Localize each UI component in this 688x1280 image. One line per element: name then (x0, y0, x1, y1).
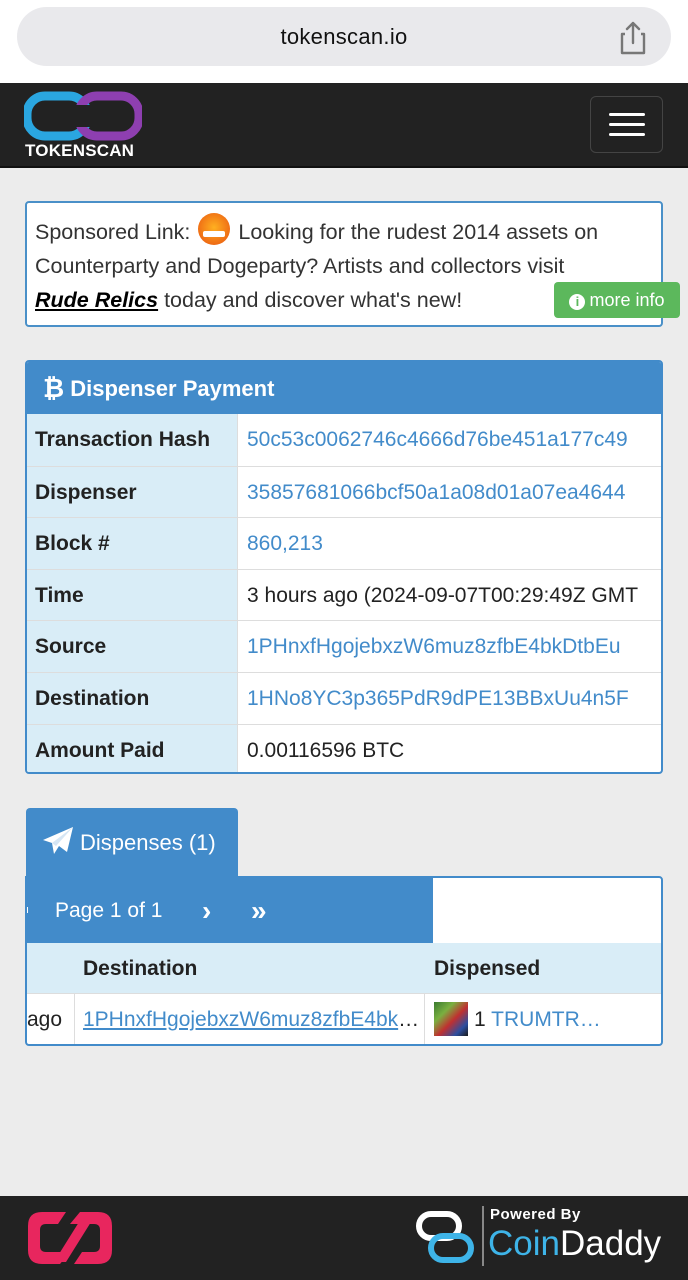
next-page-button[interactable]: › (202, 878, 211, 943)
panel-header: ₿ Dispenser Payment (27, 362, 661, 414)
table-row: Block # 860,213 (27, 517, 661, 569)
page-indicator: Page 1 of 1 (55, 899, 163, 922)
destination-cell: 1PHnxfHgojebxzW6muz8zfbE4bkDtbEu (75, 994, 425, 1044)
amount-paid-value: 0.00116596 BTC (247, 738, 405, 762)
row-key: Dispenser (27, 466, 238, 518)
hamburger-line (609, 123, 645, 126)
footer-divider (482, 1206, 484, 1266)
row-key: Transaction Hash (27, 414, 238, 466)
time-cell: ago (27, 994, 75, 1044)
counterparty-logo-icon[interactable] (24, 1204, 134, 1272)
pager-marker (27, 907, 28, 913)
time-value: 3 hours ago (2024-09-07T00:29:49Z GMT (247, 583, 639, 607)
column-header-destination[interactable]: Destination (83, 943, 197, 994)
paper-plane-icon (43, 827, 73, 854)
brand-daddy: Daddy (559, 1224, 662, 1263)
dispenser-payment-panel: ₿ Dispenser Payment Transaction Hash 50c5… (25, 360, 663, 774)
bitcoin-icon: ₿ (43, 373, 65, 403)
brand-coin: Coin (488, 1224, 560, 1263)
payment-details: Transaction Hash 50c53c0062746c4666d76be… (27, 414, 661, 772)
address-bar[interactable]: tokenscan.io (17, 7, 671, 66)
url-text[interactable]: tokenscan.io (17, 24, 671, 50)
rude-emoji-icon (198, 213, 231, 245)
site-navbar: TOKENSCAN (0, 83, 688, 168)
browser-chrome: tokenscan.io (0, 0, 688, 83)
row-key: Destination (27, 672, 238, 724)
last-page-button[interactable]: » (251, 878, 266, 943)
dispenser-link[interactable]: 35857681066bcf50a1a08d01a07ea4644 (238, 467, 661, 518)
more-info-button[interactable]: i more info (554, 282, 680, 318)
sponsor-text-2: today and discover what's new! (164, 288, 463, 312)
powered-by-label: Powered By (490, 1206, 581, 1223)
destination-address-link[interactable]: 1HNo8YC3p365PdR9dPE13BBxUu4n5F (238, 673, 661, 724)
destination-address-link[interactable]: 1PHnxfHgojebxzW6muz8zfbE4bkDtbEu (83, 1008, 424, 1031)
table-row: Time 3 hours ago (2024-09-07T00:29:49Z G… (27, 568, 661, 621)
rude-relics-link[interactable]: Rude Relics (35, 288, 158, 312)
asset-thumbnail[interactable] (434, 1002, 468, 1036)
menu-toggle-button[interactable] (590, 96, 663, 153)
block-link[interactable]: 860,213 (238, 518, 661, 569)
share-icon[interactable] (617, 21, 649, 55)
tokenscan-logo-icon[interactable] (24, 91, 142, 141)
more-info-label: more info (589, 290, 665, 310)
row-key: Amount Paid (27, 724, 238, 772)
logo-text[interactable]: TOKENSCAN (25, 141, 134, 161)
row-key: Block # (27, 518, 238, 569)
pagination-bar: Page 1 of 1 › » (27, 878, 433, 943)
hamburger-line (609, 133, 645, 136)
info-icon: i (569, 294, 586, 310)
row-key: Source (27, 621, 238, 672)
source-address-link[interactable]: 1PHnxfHgojebxzW6muz8zfbE4bkDtbEu (238, 621, 661, 672)
tab-dispenses[interactable]: Dispenses (1) (26, 808, 238, 877)
table-row: Transaction Hash 50c53c0062746c4666d76be… (27, 414, 661, 466)
sponsor-prefix: Sponsored Link: (35, 220, 191, 244)
table-row: ago 1PHnxfHgojebxzW6muz8zfbE4bkDtbEu 1 T… (27, 994, 661, 1044)
panel-title: Dispenser Payment (70, 376, 275, 401)
table-row: Destination 1HNo8YC3p365PdR9dPE13BBxUu4n… (27, 671, 661, 724)
dispensed-cell: 1 TRUMTR… (425, 994, 661, 1044)
hamburger-icon (609, 113, 645, 116)
site-footer: Powered By CoinDaddy (0, 1196, 688, 1280)
asset-link[interactable]: TRUMTR… (491, 1008, 601, 1031)
row-key: Time (27, 569, 238, 621)
transaction-hash-link[interactable]: 50c53c0062746c4666d76be451a177c49 (238, 414, 661, 466)
table-row: Dispenser 35857681066bcf50a1a08d01a07ea4… (27, 465, 661, 518)
dispensed-quantity: 1 (474, 1008, 486, 1031)
sponsored-link-box: Sponsored Link: Looking for the rudest 2… (25, 201, 680, 327)
table-row: Source 1PHnxfHgojebxzW6muz8zfbE4bkDtbEu (27, 620, 661, 672)
tab-label: Dispenses (1) (80, 830, 216, 855)
coindaddy-logo-icon[interactable] (415, 1206, 477, 1270)
dispenses-table: Page 1 of 1 › » Destination Dispensed ag… (25, 876, 663, 1046)
table-row: Amount Paid 0.00116596 BTC (27, 723, 661, 772)
column-header-dispensed[interactable]: Dispensed (434, 943, 540, 994)
table-header: Destination Dispensed (27, 943, 661, 994)
coindaddy-brand[interactable]: CoinDaddy (488, 1224, 661, 1264)
